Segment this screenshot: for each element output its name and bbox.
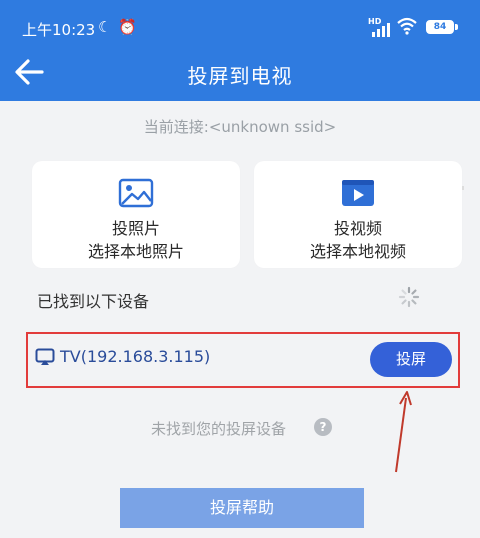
battery-icon: 84	[426, 20, 454, 34]
device-name[interactable]: TV(192.168.3.115)	[60, 347, 210, 366]
cast-photo-title: 投照片	[111, 219, 160, 238]
help-icon[interactable]: ?	[314, 418, 332, 436]
signal-icon	[372, 22, 390, 37]
cast-video-card[interactable]: 投视频 选择本地视频	[254, 161, 462, 268]
cast-video-subtitle: 选择本地视频	[309, 242, 406, 261]
cast-photo-subtitle: 选择本地照片	[87, 242, 184, 261]
alarm-icon: ⏰	[118, 18, 137, 36]
cast-video-title: 投视频	[333, 219, 382, 238]
image-icon	[118, 178, 154, 208]
cast-help-button[interactable]: 投屏帮助	[120, 488, 364, 528]
status-time: 上午10:23	[22, 21, 96, 39]
status-bar: 上午10:23 ☾ ⏰ HD 84	[0, 0, 480, 46]
scroll-indicator	[462, 186, 464, 190]
app-bar: 上午10:23 ☾ ⏰ HD 84 投屏到电视	[0, 0, 480, 101]
wifi-icon	[397, 17, 417, 35]
battery-tip	[455, 24, 458, 30]
devices-section-label: 已找到以下设备	[37, 292, 150, 311]
not-found-text: 未找到您的投屏设备	[151, 420, 287, 438]
moon-icon: ☾	[98, 18, 112, 36]
cast-button[interactable]: 投屏	[370, 342, 452, 377]
connection-status: 当前连接:<unknown ssid>	[143, 118, 337, 136]
loading-spinner-icon	[398, 286, 420, 308]
page-title: 投屏到电视	[187, 64, 293, 88]
cast-photo-card[interactable]: 投照片 选择本地照片	[32, 161, 240, 268]
video-icon	[342, 180, 374, 206]
tv-cast-icon	[35, 348, 55, 365]
annotation-arrow	[395, 391, 412, 473]
